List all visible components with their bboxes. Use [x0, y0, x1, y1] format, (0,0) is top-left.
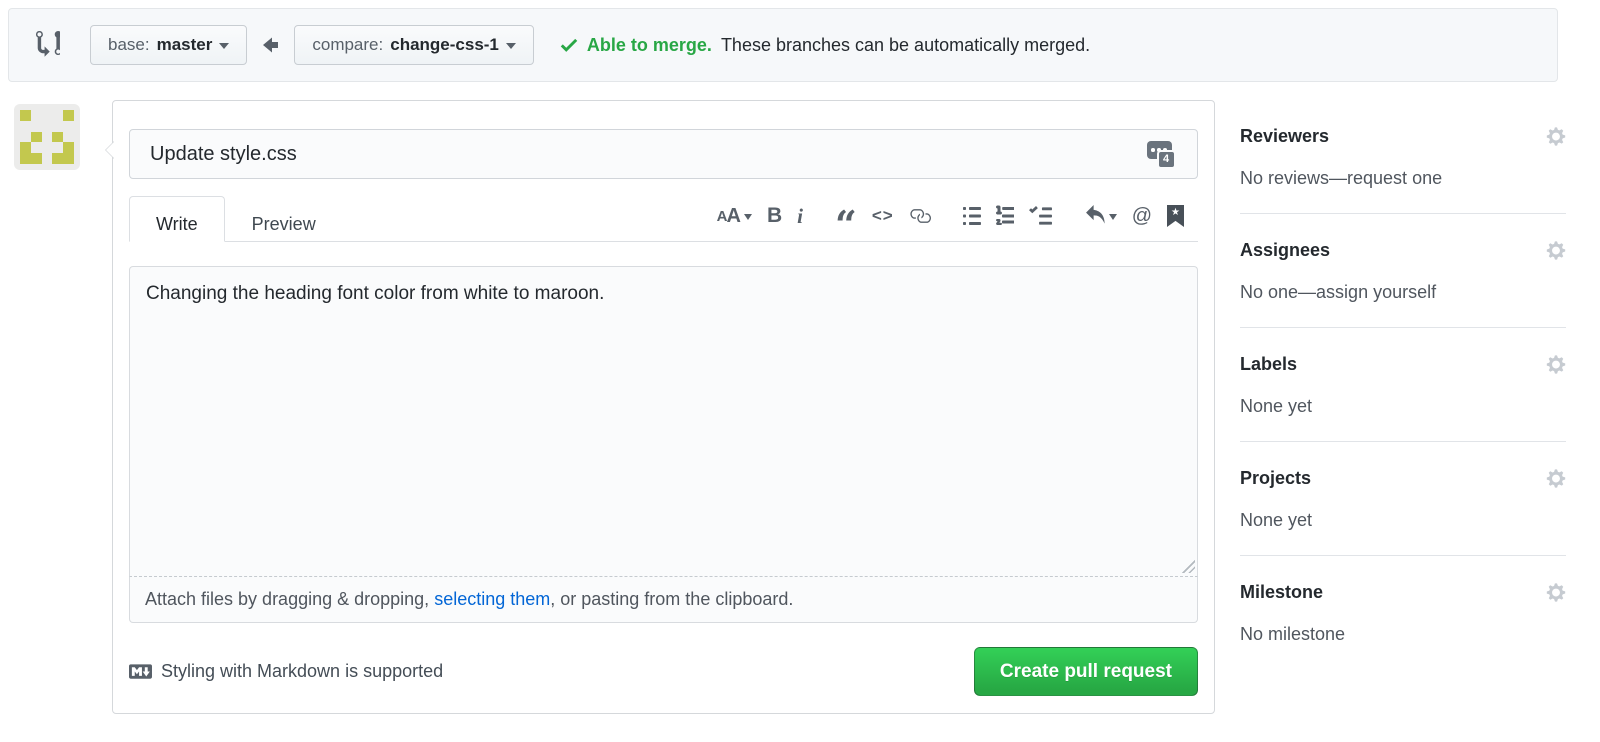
- toolbar-group-insert: “ <>: [835, 204, 931, 228]
- section-detail: No reviews—request one: [1240, 168, 1566, 189]
- section-title: Reviewers: [1240, 126, 1329, 147]
- gear-icon[interactable]: [1546, 582, 1566, 603]
- merge-status: Able to merge. These branches can be aut…: [560, 34, 1090, 56]
- chevron-down-icon: [744, 214, 752, 224]
- section-title: Assignees: [1240, 240, 1330, 261]
- arrow-left-icon: [262, 33, 279, 57]
- section-title: Projects: [1240, 468, 1311, 489]
- create-pull-request-button[interactable]: Create pull request: [974, 647, 1198, 696]
- tab-preview[interactable]: Preview: [225, 196, 343, 242]
- compare-label: compare:: [312, 35, 383, 55]
- section-title: Milestone: [1240, 582, 1323, 603]
- text-size-icon[interactable]: AA: [717, 204, 752, 228]
- bold-icon[interactable]: B: [767, 204, 782, 228]
- form-footer: Styling with Markdown is supported Creat…: [129, 647, 1198, 696]
- pull-request-form: 4 Write Preview AA B i “ <>: [112, 100, 1215, 714]
- base-branch-selector[interactable]: base: master: [90, 25, 247, 65]
- attach-hint-suffix: , or pasting from the clipboard.: [550, 589, 793, 609]
- editor-body: Changing the heading font color from whi…: [129, 266, 1198, 623]
- tab-write[interactable]: Write: [129, 196, 225, 242]
- merge-status-text: Able to merge.: [587, 35, 712, 56]
- title-row: 4: [129, 129, 1198, 179]
- section-detail: None yet: [1240, 510, 1566, 531]
- toolbar-group-text: AA B i: [717, 204, 803, 228]
- mention-icon[interactable]: @: [1132, 204, 1152, 228]
- saved-replies-count-badge: 4: [1159, 152, 1174, 167]
- section-detail: No milestone: [1240, 624, 1566, 645]
- section-detail: None yet: [1240, 396, 1566, 417]
- markdown-toolbar: AA B i “ <>: [685, 204, 1184, 241]
- markdown-icon: [129, 660, 152, 683]
- markdown-supported-note: Styling with Markdown is supported: [129, 660, 443, 683]
- toolbar-group-misc: @ ★: [1084, 204, 1184, 228]
- section-title: Labels: [1240, 354, 1297, 375]
- task-list-icon[interactable]: [1029, 204, 1052, 228]
- base-branch-name: master: [157, 35, 213, 55]
- quote-icon[interactable]: “: [835, 204, 857, 228]
- section-detail: No one—assign yourself: [1240, 282, 1566, 303]
- markdown-editor-header: Write Preview AA B i “ <>: [129, 197, 1198, 242]
- saved-replies-bookmark-icon[interactable]: ★: [1167, 204, 1184, 228]
- user-identicon-avatar: [14, 104, 80, 170]
- compare-branch-name: change-css-1: [390, 35, 499, 55]
- sidebar-section-milestone: Milestone No milestone: [1240, 582, 1566, 669]
- unordered-list-icon[interactable]: [963, 204, 981, 228]
- discussion-sidebar: Reviewers No reviews—request one Assigne…: [1240, 126, 1566, 695]
- italic-icon[interactable]: i: [797, 204, 803, 228]
- gear-icon[interactable]: [1546, 468, 1566, 489]
- gear-icon[interactable]: [1546, 354, 1566, 375]
- chevron-down-icon: [1109, 214, 1117, 224]
- sidebar-section-projects: Projects None yet: [1240, 468, 1566, 556]
- pr-description-textarea[interactable]: Changing the heading font color from whi…: [129, 266, 1198, 576]
- ordered-list-icon[interactable]: [996, 204, 1014, 228]
- attach-files-bar: Attach files by dragging & dropping, sel…: [129, 576, 1198, 623]
- attach-hint-prefix: Attach files by dragging & dropping,: [145, 589, 434, 609]
- code-icon[interactable]: <>: [872, 204, 894, 228]
- git-compare-icon: [36, 29, 60, 62]
- gear-icon[interactable]: [1546, 126, 1566, 147]
- check-icon: [560, 34, 578, 56]
- base-label: base:: [108, 35, 150, 55]
- saved-replies-icon: 4: [1147, 141, 1174, 167]
- pr-title-input[interactable]: [129, 129, 1198, 179]
- editor-tabs: Write Preview: [129, 196, 343, 241]
- link-icon[interactable]: [909, 204, 931, 228]
- compare-branch-selector[interactable]: compare: change-css-1: [294, 25, 534, 65]
- gear-icon[interactable]: [1546, 240, 1566, 261]
- sidebar-section-assignees: Assignees No one—assign yourself: [1240, 240, 1566, 328]
- toolbar-group-lists: [963, 204, 1052, 228]
- sidebar-section-reviewers: Reviewers No reviews—request one: [1240, 126, 1566, 214]
- sidebar-section-labels: Labels None yet: [1240, 354, 1566, 442]
- select-files-link[interactable]: selecting them: [434, 589, 550, 609]
- chevron-down-icon: [506, 43, 516, 54]
- branch-compare-bar: base: master compare: change-css-1 Able …: [8, 8, 1558, 82]
- chevron-down-icon: [219, 43, 229, 54]
- saved-replies-button[interactable]: 4: [1136, 136, 1184, 172]
- merge-status-detail: These branches can be automatically merg…: [721, 35, 1090, 56]
- reply-icon[interactable]: [1084, 204, 1117, 228]
